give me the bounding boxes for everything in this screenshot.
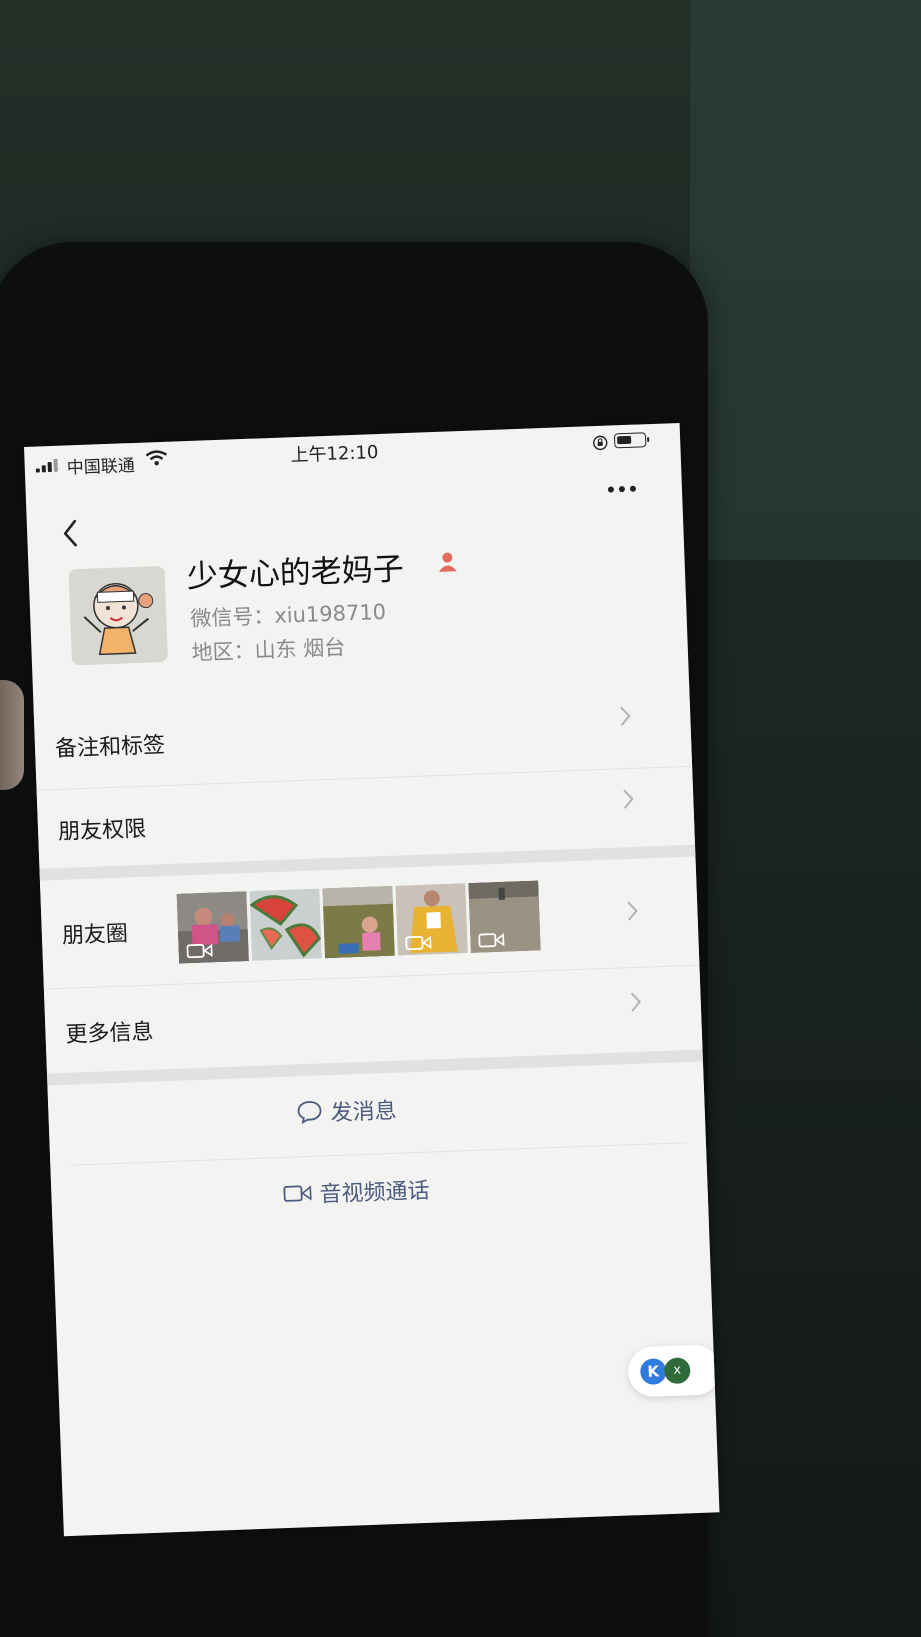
chevron-right-icon [620,706,631,726]
nickname: 少女心的老妈子 [186,551,405,596]
video-camera-icon [405,935,432,951]
chevron-right-icon [627,901,638,921]
carrier-name: 中国联通 [66,455,136,479]
chat-bubble-icon [297,1101,322,1124]
battery-icon [613,432,647,449]
chevron-right-icon [630,992,642,1012]
moments-thumbnails [176,880,541,964]
send-message-label: 发消息 [330,1098,398,1127]
moments-label: 朋友圈 [61,921,129,949]
wechat-id: 微信号：xiu198710 [189,599,387,632]
background-wall [690,0,921,560]
avatar[interactable] [68,565,168,666]
chevron-right-icon [623,789,634,809]
video-camera-icon [478,933,505,948]
photo-thumbnail-image [322,885,395,959]
video-camera-icon [186,943,213,959]
photo-scene: 中国联通 上午12:10 少女心的老妈子 微信号：xiu198710 地区：山东… [0,0,921,1637]
send-message-content: 发消息 [296,1093,397,1129]
video-call-label: 音视频通话 [319,1178,431,1208]
region: 地区：山东 烟台 [191,635,346,665]
k-app-icon[interactable]: K [639,1358,667,1386]
close-icon[interactable]: x [663,1357,691,1385]
remarks-tags-label: 备注和标签 [54,733,166,763]
moments-thumbnail[interactable] [249,888,322,961]
more-options-button[interactable] [604,478,641,499]
back-button[interactable] [57,515,82,552]
wifi-icon [145,450,168,466]
video-call-content: 音视频通话 [283,1173,430,1210]
photo-thumbnail-image [249,888,322,961]
signal-icon [35,458,58,473]
video-camera-icon [283,1185,312,1202]
floating-widget[interactable]: K x [627,1344,720,1398]
avatar-cartoon-image [68,565,168,666]
moments-thumbnail[interactable] [395,883,468,956]
rotation-lock-icon [593,435,608,451]
female-person-icon [438,552,457,572]
phone-screen: 中国联通 上午12:10 少女心的老妈子 微信号：xiu198710 地区：山东… [24,422,720,1537]
moments-thumbnail[interactable] [322,885,395,959]
finger [0,680,24,790]
moments-thumbnail[interactable] [468,880,541,953]
moments-thumbnail[interactable] [176,891,249,964]
friend-permissions-label: 朋友权限 [57,816,147,845]
status-time: 上午12:10 [290,442,379,467]
profile-header: 少女心的老妈子 微信号：xiu198710 地区：山东 烟台 [28,531,688,685]
more-info-label: 更多信息 [65,1019,155,1048]
